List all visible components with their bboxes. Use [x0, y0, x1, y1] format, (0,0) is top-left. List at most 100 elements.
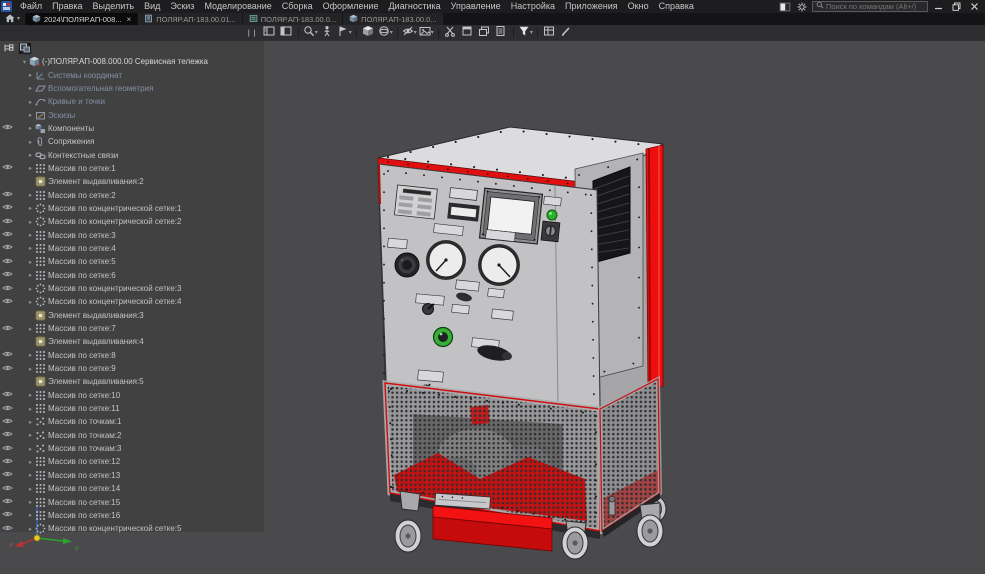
expand-arrow-icon[interactable]: ▸	[26, 511, 35, 519]
tree-item-24[interactable]: ▸ Массив по сетке:9	[0, 362, 264, 375]
tree-item-26[interactable]: ▸ Массив по сетке:10	[0, 389, 264, 402]
menu-10[interactable]: Управление	[446, 0, 506, 13]
tab-close-icon[interactable]: ×	[127, 15, 132, 24]
expand-arrow-icon[interactable]: ▸	[26, 111, 35, 119]
walk-button[interactable]	[319, 26, 336, 40]
expand-arrow-icon[interactable]: ▸	[26, 285, 35, 293]
tree-item-12[interactable]: ▸ Массив по концентрической сетке:1	[0, 202, 264, 215]
expand-arrow-icon[interactable]: ▸	[26, 138, 35, 146]
settings-gear-icon[interactable]	[795, 1, 809, 12]
tree-item-33[interactable]: ▸ Массив по сетке:14	[0, 482, 264, 495]
tree-item-36[interactable]: ▸ Массив по концентрической сетке:5	[0, 522, 264, 535]
expand-arrow-icon[interactable]: ▸	[26, 191, 35, 199]
command-search-box[interactable]	[812, 1, 928, 12]
tree-item-21[interactable]: ▸ Массив по сетке:7	[0, 322, 264, 335]
snapshot-image-button[interactable]: ▾	[418, 26, 435, 40]
orientation-arrow-button[interactable]: ▾	[336, 26, 353, 40]
visibility-eye-icon[interactable]	[1, 324, 13, 334]
tree-item-22[interactable]: Элемент выдавливания:4	[0, 335, 264, 348]
tree-structure-toggle-button[interactable]	[2, 42, 16, 55]
menu-3[interactable]: Выделить	[88, 0, 140, 13]
expand-arrow-icon[interactable]: ▸	[26, 151, 35, 159]
tree-item-31[interactable]: ▸ Массив по сетке:12	[0, 455, 264, 468]
expand-arrow-icon[interactable]: ▸	[26, 498, 35, 506]
visibility-eye-icon[interactable]	[1, 230, 13, 240]
expand-arrow-icon[interactable]: ▸	[26, 258, 35, 266]
expand-arrow-icon[interactable]: ▸	[26, 298, 35, 306]
maximize-button[interactable]	[949, 1, 964, 12]
tree-item-34[interactable]: ▸ Массив по сетке:15	[0, 495, 264, 508]
visibility-eye-icon[interactable]	[1, 243, 13, 253]
window-cascade-button[interactable]	[476, 26, 493, 40]
menu-5[interactable]: Эскиз	[165, 0, 199, 13]
expand-arrow-icon[interactable]: ▸	[26, 124, 35, 132]
tree-item-20[interactable]: Элемент выдавливания:3	[0, 309, 264, 322]
expand-arrow-icon[interactable]: ▸	[26, 458, 35, 466]
filter-funnel-button[interactable]: ▾	[517, 26, 534, 40]
style-pencil-button[interactable]	[558, 26, 575, 40]
visibility-eye-icon[interactable]	[1, 203, 13, 213]
tree-item-5[interactable]: ▸ Эскизы	[0, 108, 264, 121]
expand-arrow-icon[interactable]: ▸	[26, 84, 35, 92]
visibility-eye-icon[interactable]	[1, 350, 13, 360]
expand-arrow-icon[interactable]: ▸	[26, 365, 35, 373]
tree-item-23[interactable]: ▸ Массив по сетке:8	[0, 349, 264, 362]
visibility-eye-icon[interactable]	[1, 123, 13, 133]
menu-4[interactable]: Вид	[139, 0, 165, 13]
menu-6[interactable]: Моделирование	[199, 0, 276, 13]
tree-item-2[interactable]: ▸ Системы координат	[0, 68, 264, 81]
visibility-eye-icon[interactable]	[1, 270, 13, 280]
tree-item-19[interactable]: ▸ Массив по концентрической сетке:4	[0, 295, 264, 308]
tree-item-29[interactable]: ▸ Массив по точкам:2	[0, 429, 264, 442]
expand-arrow-icon[interactable]: ▸	[26, 391, 35, 399]
visibility-eye-icon[interactable]	[1, 390, 13, 400]
expand-arrow-icon[interactable]: ▸	[26, 431, 35, 439]
tree-item-11[interactable]: ▸ Массив по сетке:2	[0, 188, 264, 201]
tree-panel-button[interactable]	[261, 26, 278, 40]
menu-8[interactable]: Оформление	[318, 0, 384, 13]
tree-item-18[interactable]: ▸ Массив по концентрической сетке:3	[0, 282, 264, 295]
visibility-eye-icon[interactable]	[1, 190, 13, 200]
minimize-button[interactable]	[931, 1, 946, 12]
visibility-eye-icon[interactable]	[1, 510, 13, 520]
window-docs-button[interactable]	[493, 26, 510, 40]
menu-9[interactable]: Диагностика	[383, 0, 445, 13]
menu-13[interactable]: Окно	[623, 0, 654, 13]
tree-item-32[interactable]: ▸ Массив по сетке:13	[0, 469, 264, 482]
visibility-eye-icon[interactable]	[1, 444, 13, 454]
visibility-eye-icon[interactable]	[1, 484, 13, 494]
visibility-eye-icon[interactable]	[1, 470, 13, 480]
expand-arrow-icon[interactable]: ▸	[26, 271, 35, 279]
expand-arrow-icon[interactable]: ▸	[26, 485, 35, 493]
menu-14[interactable]: Справка	[654, 0, 699, 13]
expand-arrow-icon[interactable]: ▸	[26, 204, 35, 212]
tree-item-25[interactable]: Элемент выдавливания:5	[0, 375, 264, 388]
tree-item-17[interactable]: ▸ Массив по сетке:6	[0, 269, 264, 282]
window-new-button[interactable]	[459, 26, 476, 40]
document-tab-1[interactable]: 2024\ПОЛЯР.АП-008... ×	[26, 13, 138, 25]
menu-7[interactable]: Сборка	[277, 0, 318, 13]
tree-item-35[interactable]: ▸ Массив по сетке:16	[0, 509, 264, 522]
orbit-sphere-button[interactable]: ▾	[377, 26, 394, 40]
expand-arrow-icon[interactable]: ▾	[20, 58, 29, 66]
tree-item-13[interactable]: ▸ Массив по концентрической сетке:2	[0, 215, 264, 228]
home-button[interactable]: ▾	[0, 13, 26, 25]
tree-item-9[interactable]: ▸ Массив по сетке:1	[0, 162, 264, 175]
tree-item-10[interactable]: Элемент выдавливания:2	[0, 175, 264, 188]
tree-item-7[interactable]: ▸ Сопряжения	[0, 135, 264, 148]
visibility-eye-icon[interactable]	[1, 404, 13, 414]
tree-item-28[interactable]: ▸ Массив по точкам:1	[0, 415, 264, 428]
expand-arrow-icon[interactable]: ▸	[26, 325, 35, 333]
visibility-eye-icon[interactable]	[1, 430, 13, 440]
expand-arrow-icon[interactable]: ▸	[26, 471, 35, 479]
tree-item-4[interactable]: ▸ Кривые и точки	[0, 95, 264, 108]
tree-item-8[interactable]: ▸ Контекстные связи	[0, 148, 264, 161]
visibility-eye-icon[interactable]	[1, 257, 13, 267]
visibility-eye-icon[interactable]	[1, 364, 13, 374]
panel-drag-handle[interactable]: ❘❘	[246, 29, 258, 37]
expand-arrow-icon[interactable]: ▸	[26, 71, 35, 79]
expand-arrow-icon[interactable]: ▸	[26, 405, 35, 413]
visibility-eye-icon[interactable]	[1, 457, 13, 467]
layout-toggle-icon[interactable]	[778, 1, 792, 12]
properties-table-button[interactable]	[541, 26, 558, 40]
